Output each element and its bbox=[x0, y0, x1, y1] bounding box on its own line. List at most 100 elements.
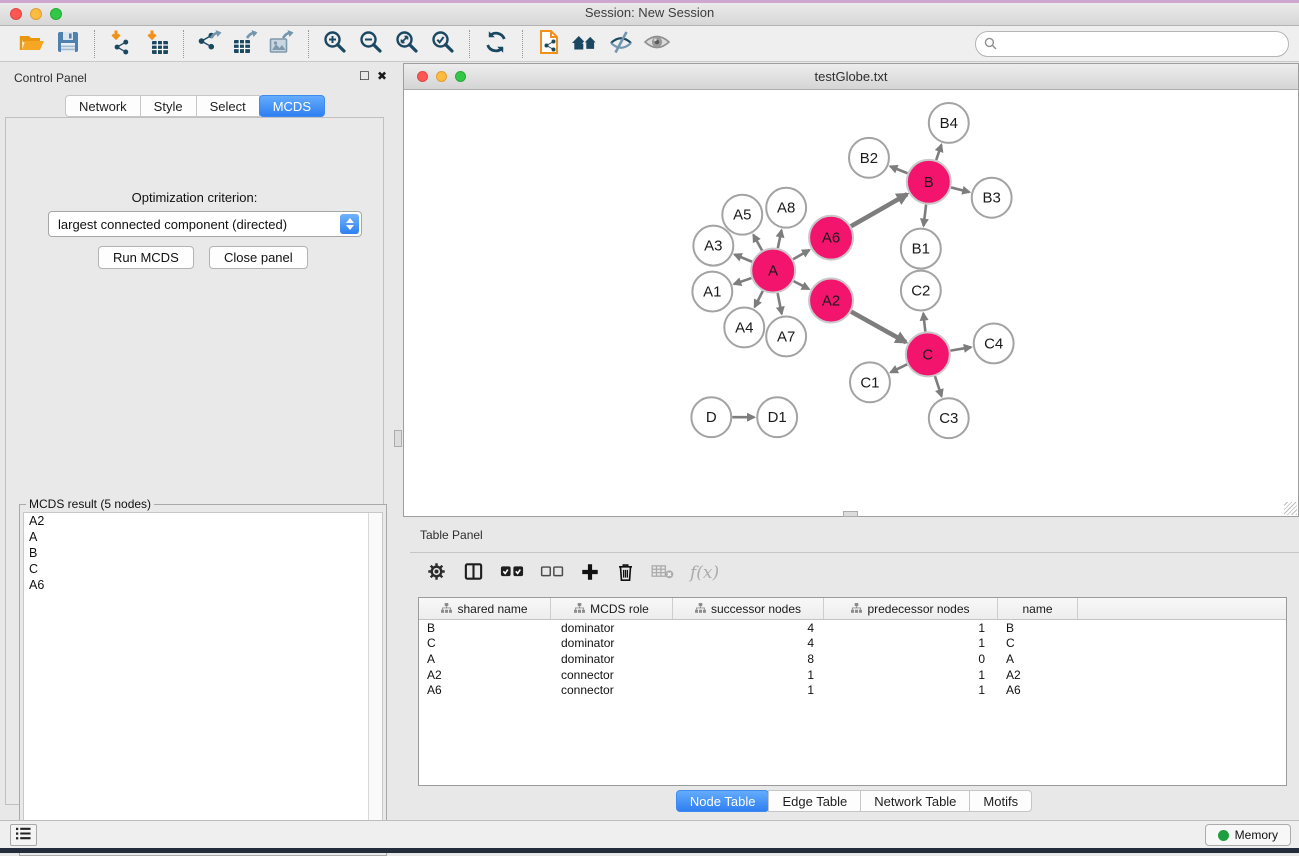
table-cell[interactable]: A bbox=[419, 652, 551, 666]
node-B3[interactable]: B3 bbox=[972, 178, 1012, 218]
table-row[interactable]: A6connector11A6 bbox=[419, 682, 1286, 698]
search-input[interactable] bbox=[975, 31, 1289, 57]
edge-A-A8[interactable] bbox=[778, 230, 782, 248]
node-A7[interactable]: A7 bbox=[766, 316, 806, 356]
node-A4[interactable]: A4 bbox=[724, 307, 764, 347]
network-canvas[interactable]: B4B2BB3B1A5A8A3A1A4A7AA6A2C2CC4C1C3DD1 bbox=[404, 89, 1298, 516]
edge-A-A2[interactable] bbox=[794, 281, 809, 289]
edge-C-C4[interactable] bbox=[950, 347, 971, 350]
add-button[interactable] bbox=[580, 560, 600, 586]
node-A2[interactable]: A2 bbox=[809, 279, 853, 323]
edge-A-A6[interactable] bbox=[793, 250, 809, 259]
table-row[interactable]: Bdominator41B bbox=[419, 620, 1286, 636]
tab-network[interactable]: Network bbox=[65, 95, 141, 117]
table-cell[interactable]: 8 bbox=[673, 652, 824, 666]
tab-select[interactable]: Select bbox=[196, 95, 260, 117]
gear-button[interactable] bbox=[426, 560, 447, 586]
result-list-item[interactable]: B bbox=[24, 545, 382, 561]
result-list-item[interactable]: C bbox=[24, 561, 382, 577]
node-A5[interactable]: A5 bbox=[722, 195, 762, 235]
save-session-button[interactable] bbox=[52, 29, 84, 59]
node-C1[interactable]: C1 bbox=[850, 362, 890, 402]
node-C[interactable]: C bbox=[906, 332, 950, 376]
deselect-all-button[interactable] bbox=[540, 560, 564, 586]
run-mcds-button[interactable]: Run MCDS bbox=[98, 246, 194, 269]
close-panel-button[interactable]: Close panel bbox=[209, 246, 308, 269]
column-header-name[interactable]: name bbox=[998, 598, 1078, 619]
table-cell[interactable]: 1 bbox=[824, 683, 998, 697]
tab-style[interactable]: Style bbox=[140, 95, 197, 117]
result-list-item[interactable]: A bbox=[24, 529, 382, 545]
home-networks-button[interactable] bbox=[569, 29, 601, 59]
node-table[interactable]: shared nameMCDS rolesuccessor nodesprede… bbox=[418, 597, 1287, 786]
edge-A-A7[interactable] bbox=[778, 293, 782, 314]
delete-button[interactable] bbox=[616, 560, 635, 586]
table-cell[interactable]: connector bbox=[551, 683, 673, 697]
hide-graphics-button[interactable] bbox=[605, 29, 637, 59]
import-network-button[interactable] bbox=[105, 29, 137, 59]
table-cell[interactable]: 4 bbox=[673, 636, 824, 650]
table-cell[interactable]: B bbox=[419, 621, 551, 635]
float-panel-icon[interactable]: ☐ bbox=[359, 69, 370, 83]
table-row[interactable]: A2connector11A2 bbox=[419, 667, 1286, 683]
table-header[interactable]: shared nameMCDS rolesuccessor nodesprede… bbox=[419, 598, 1286, 620]
optimization-select[interactable]: largest connected component (directed) bbox=[48, 211, 362, 237]
column-settings-button[interactable] bbox=[463, 560, 484, 586]
network-window-titlebar[interactable]: testGlobe.txt bbox=[404, 64, 1298, 90]
result-list-item[interactable]: A2 bbox=[24, 513, 382, 529]
table-cell[interactable]: 1 bbox=[824, 621, 998, 635]
table-row[interactable]: Cdominator41C bbox=[419, 636, 1286, 652]
node-C2[interactable]: C2 bbox=[901, 271, 941, 311]
zoom-selected-button[interactable] bbox=[427, 29, 459, 59]
table-cell[interactable]: 1 bbox=[824, 636, 998, 650]
refresh-button[interactable] bbox=[480, 29, 512, 59]
table-row[interactable]: Adominator80A bbox=[419, 651, 1286, 667]
table-cell[interactable]: 1 bbox=[673, 683, 824, 697]
column-header-MCDS-role[interactable]: MCDS role bbox=[551, 598, 673, 619]
scrollbar[interactable] bbox=[368, 513, 382, 851]
node-A[interactable]: A bbox=[751, 249, 795, 293]
export-table-button[interactable] bbox=[230, 29, 262, 59]
export-image-button[interactable] bbox=[266, 29, 298, 59]
open-session-button[interactable] bbox=[16, 29, 48, 59]
zoom-out-button[interactable] bbox=[355, 29, 387, 59]
table-cell[interactable]: connector bbox=[551, 668, 673, 682]
network-graph[interactable]: B4B2BB3B1A5A8A3A1A4A7AA6A2C2CC4C1C3DD1 bbox=[404, 89, 1298, 516]
table-cell[interactable]: A bbox=[998, 652, 1078, 666]
export-network-button[interactable] bbox=[194, 29, 226, 59]
split-divider-handle[interactable] bbox=[843, 511, 858, 517]
column-header-shared-name[interactable]: shared name bbox=[419, 598, 551, 619]
mcds-result-list[interactable]: A2ABCA6 bbox=[23, 512, 383, 852]
node-C4[interactable]: C4 bbox=[974, 323, 1014, 363]
table-cell[interactable]: 4 bbox=[673, 621, 824, 635]
close-panel-icon[interactable]: ✖ bbox=[377, 69, 387, 83]
table-cell[interactable]: dominator bbox=[551, 652, 673, 666]
node-A3[interactable]: A3 bbox=[693, 226, 733, 266]
edge-A6-B[interactable] bbox=[851, 194, 907, 226]
import-table-button[interactable] bbox=[141, 29, 173, 59]
column-header-predecessor-nodes[interactable]: predecessor nodes bbox=[824, 598, 998, 619]
share-document-button[interactable] bbox=[533, 29, 565, 59]
edge-C-C1[interactable] bbox=[891, 364, 908, 372]
zoom-in-button[interactable] bbox=[319, 29, 351, 59]
edge-A-A1[interactable] bbox=[734, 278, 751, 284]
tab-network-table[interactable]: Network Table bbox=[860, 790, 970, 812]
table-cell[interactable]: A2 bbox=[419, 668, 551, 682]
table-cell[interactable]: dominator bbox=[551, 621, 673, 635]
node-D1[interactable]: D1 bbox=[757, 397, 797, 437]
node-B4[interactable]: B4 bbox=[929, 103, 969, 143]
node-B2[interactable]: B2 bbox=[849, 138, 889, 178]
edge-A-A5[interactable] bbox=[753, 235, 762, 251]
delete-table-button[interactable] bbox=[651, 560, 674, 586]
resize-grip[interactable] bbox=[1284, 502, 1297, 515]
edge-A-A4[interactable] bbox=[755, 291, 763, 307]
edge-C-C3[interactable] bbox=[935, 376, 942, 396]
table-cell[interactable]: 0 bbox=[824, 652, 998, 666]
node-B1[interactable]: B1 bbox=[901, 229, 941, 269]
tab-motifs[interactable]: Motifs bbox=[969, 790, 1032, 812]
edge-A-A3[interactable] bbox=[735, 254, 752, 261]
result-list-item[interactable]: A6 bbox=[24, 577, 382, 593]
table-cell[interactable]: dominator bbox=[551, 636, 673, 650]
edge-B-B3[interactable] bbox=[951, 187, 969, 192]
select-all-button[interactable] bbox=[500, 560, 524, 586]
